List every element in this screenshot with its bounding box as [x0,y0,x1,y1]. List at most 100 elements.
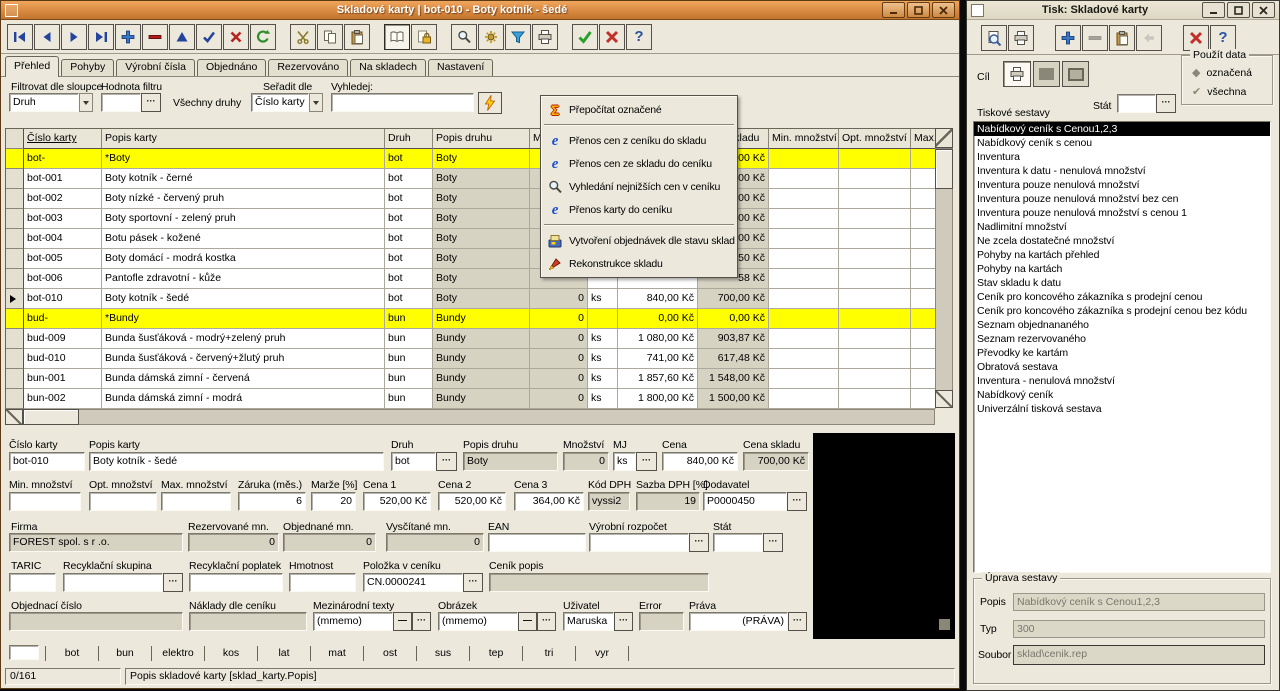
stat-browse-button[interactable]: ··· [763,533,783,552]
row-selector[interactable] [6,169,24,189]
toolbar-lock-button[interactable] [411,24,437,50]
main-titlebar[interactable]: Skladové karty | bot-010 - Boty kotník -… [1,1,959,20]
toolbar-nav-last-button[interactable] [88,24,114,50]
print-toolbar-print-button[interactable] [1008,25,1034,51]
report-item[interactable]: Nabídkový ceník [974,388,1270,402]
report-item[interactable]: Inventura [974,150,1270,164]
use-data-option-marked[interactable]: ◆ označená [1192,66,1252,79]
output-file-button[interactable] [1033,61,1060,87]
print-toolbar-close-button[interactable] [1183,25,1209,51]
toolbar-accept-button[interactable] [196,24,222,50]
table-row[interactable]: bot-002Boty nízké - červený pruhbotBoty0… [6,189,936,209]
toolbar-nav-prev-button[interactable] [34,24,60,50]
cena-field[interactable]: 840,00 Kč [662,452,738,471]
column-header[interactable]: Popis karty [102,129,385,149]
category-tab-kos[interactable]: kos [205,647,257,659]
search-input[interactable] [331,93,474,112]
tab-na-skladech[interactable]: Na skladech [350,59,426,76]
row-selector[interactable] [6,329,24,349]
current-row-selector[interactable] [6,289,24,309]
category-tab-vyr[interactable]: vyr [576,647,628,659]
fast-scroll-button[interactable] [935,390,953,408]
menu-item-rekonstrukce-skladu[interactable]: Rekonstrukce skladu [543,252,735,275]
menu-item-p-enos-cen-ze-skladu-do-cen-ku[interactable]: ePřenos cen ze skladu do ceníku [543,152,735,175]
opt-mnozstvi-field[interactable] [89,492,157,511]
close-button[interactable] [932,2,955,18]
menu-item-p-epo-tat-ozna-en-[interactable]: ΣPřepočítat označené [543,98,735,121]
report-item[interactable]: Pohyby na kartách [974,262,1270,276]
report-item[interactable]: Ceník pro koncového zákazníka s prodejní… [974,304,1270,318]
prava-field[interactable]: (PRÁVA) [689,612,788,631]
row-selector[interactable] [6,309,24,329]
prava-browse-button[interactable]: ··· [788,612,807,631]
report-item[interactable]: Inventura pouze nenulová množství bez ce… [974,192,1270,206]
report-item[interactable]: Inventura pouze nenulová množství [974,178,1270,192]
table-row[interactable]: bot-004Botu pásek - koženébotBoty00 Kč [6,229,936,249]
toolbar-edit-button[interactable] [169,24,195,50]
taric-field[interactable] [9,573,56,592]
toolbar-add-button[interactable] [115,24,141,50]
polozka-browse-button[interactable]: ··· [463,573,483,592]
toolbar-cancel-button[interactable] [223,24,249,50]
vyrobni-rozpocet-browse-button[interactable]: ··· [689,533,709,552]
table-row[interactable]: bot-005Boty domácí - modrá kostkabotBoty… [6,249,936,269]
table-row[interactable]: bot-001Boty kotník - černébotBoty00 Kč [6,169,936,189]
mezinarodni-texty-field[interactable]: (mmemo) [313,612,393,631]
toolbar-help-button[interactable]: ? [626,24,652,50]
hmotnost-field[interactable] [289,573,356,592]
report-item[interactable]: Seznam objednananého [974,318,1270,332]
toolbar-search-button[interactable] [451,24,477,50]
table-row[interactable]: bud-009Bunda šusťáková - modrý+zelený pr… [6,329,936,349]
toolbar-nav-first-button[interactable] [7,24,33,50]
ean-field[interactable] [488,533,586,552]
recykl-skupina-browse-button[interactable]: ··· [163,573,183,592]
row-selector[interactable] [6,149,24,169]
obrazek-field[interactable]: (mmemo) [438,612,518,631]
filter-value-browse-button[interactable]: ··· [141,93,161,112]
menu-item-p-enos-cen-z-cen-ku-do-skladu[interactable]: ePřenos cen z ceníku do skladu [543,129,735,152]
print-stat-browse-button[interactable]: ··· [1156,94,1176,113]
uzivatel-field[interactable]: Maruska [563,612,614,631]
cena2-field[interactable]: 520,00 Kč [438,492,506,511]
recykl-skupina-field[interactable] [63,573,163,592]
table-row[interactable]: bun-001Bunda dámská zimní - červenábunBu… [6,369,936,389]
row-selector[interactable] [6,269,24,289]
column-header[interactable]: Opt. množství [839,129,911,149]
print-toolbar-help-button[interactable]: ? [1210,25,1236,51]
polozka-field[interactable]: CN.0000241 [363,573,463,592]
report-item[interactable]: Univerzální tisková sestava [974,402,1270,416]
print-toolbar-paste-button[interactable] [1109,25,1135,51]
uzivatel-browse-button[interactable]: ··· [614,612,633,631]
menu-item-vytvo-en-objedn-vek-dle-stavu-skladu[interactable]: Vytvoření objednávek dle stavu skladu [543,229,735,252]
sort-dropdown-icon[interactable] [309,93,323,112]
row-selector[interactable] [6,389,24,409]
toolbar-refresh-button[interactable] [250,24,276,50]
report-item[interactable]: Pohyby na kartách přehled [974,248,1270,262]
toolbar-ok-button[interactable] [572,24,598,50]
report-item[interactable]: Ne zcela dostatečné množství [974,234,1270,248]
print-toolbar-remove-button[interactable] [1082,25,1108,51]
marze-field[interactable]: 20 [311,492,356,511]
toolbar-copy-button[interactable] [317,24,343,50]
column-header[interactable]: Popis druhu [433,129,530,149]
toolbar-book-button[interactable] [384,24,410,50]
toolbar-settings-button[interactable] [478,24,504,50]
min-mnozstvi-field[interactable] [9,492,81,511]
row-selector[interactable] [6,249,24,269]
print-toolbar-preview-button[interactable] [981,25,1007,51]
header-row-selector[interactable] [6,129,24,149]
toolbar-nav-next-button[interactable] [61,24,87,50]
print-minimize-button[interactable] [1202,2,1225,18]
tab-v-robn-sla[interactable]: Výrobní čísla [116,59,195,76]
toolbar-close-button[interactable] [599,24,625,50]
max-mnozstvi-field[interactable] [161,492,231,511]
toolbar-filter-button[interactable] [505,24,531,50]
output-screen-button[interactable] [1062,61,1089,87]
obrazek-browse-button[interactable]: ··· [537,612,556,631]
row-selector[interactable] [6,369,24,389]
popis-karty-field[interactable]: Boty kotník - šedé [89,452,384,471]
print-maximize-button[interactable] [1227,2,1250,18]
dodavatel-browse-button[interactable]: ··· [787,492,807,511]
filter-column-combo[interactable]: Druh [9,93,79,112]
horizontal-scrollbar[interactable] [5,409,935,425]
